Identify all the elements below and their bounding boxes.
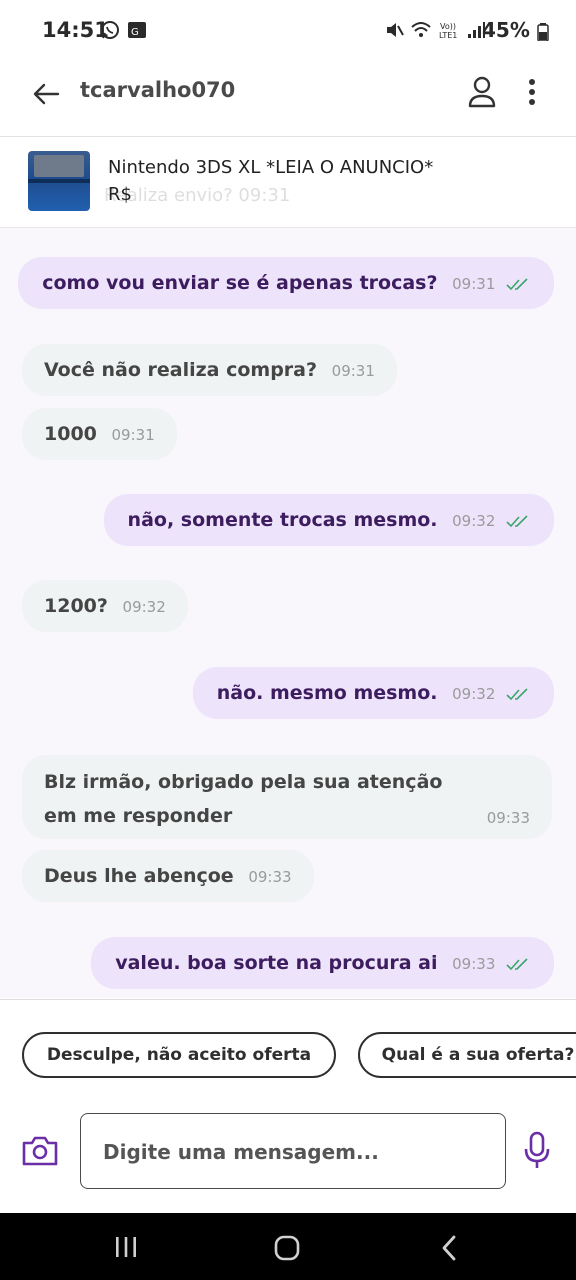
more-options-button[interactable] bbox=[518, 74, 546, 110]
battery-icon bbox=[537, 22, 549, 42]
system-navigation-bar bbox=[0, 1213, 576, 1280]
whatsapp-icon bbox=[101, 21, 119, 39]
message-bubble-outgoing[interactable]: valeu. boa sorte na procura ai 09:33 bbox=[91, 937, 554, 989]
message-input[interactable]: Digite uma mensagem... bbox=[80, 1113, 506, 1189]
contact-name[interactable]: tcarvalho070 bbox=[80, 78, 235, 102]
message-text: 1200? bbox=[44, 595, 108, 617]
read-ticks-icon bbox=[506, 514, 528, 527]
wifi-icon bbox=[411, 22, 431, 37]
microphone-button[interactable] bbox=[522, 1131, 552, 1171]
quick-reply-ask-offer[interactable]: Qual é a sua oferta? bbox=[358, 1032, 576, 1078]
product-summary[interactable]: Realiza envio? 09:31 Nintendo 3DS XL *LE… bbox=[0, 137, 576, 228]
back-arrow-icon bbox=[33, 83, 60, 105]
recents-icon[interactable] bbox=[112, 1235, 140, 1259]
message-text: Você não realiza compra? bbox=[44, 359, 318, 381]
message-time: 09:32 bbox=[452, 685, 496, 703]
battery-percent: 45% bbox=[482, 18, 530, 42]
message-time: 09:33 bbox=[248, 868, 292, 886]
message-text: como vou enviar se é apenas trocas? bbox=[42, 272, 438, 294]
message-bubble-incoming[interactable]: Blz irmão, obrigado pela sua atenção em … bbox=[22, 755, 552, 839]
message-bubble-incoming[interactable]: Você não realiza compra? 09:31 bbox=[22, 344, 397, 396]
camera-icon bbox=[22, 1136, 58, 1166]
status-time: 14:51 bbox=[42, 18, 109, 42]
message-text: valeu. boa sorte na procura ai bbox=[115, 952, 438, 974]
status-bar: 14:51 G Vo)) LTE1 45% bbox=[0, 0, 576, 60]
mute-icon bbox=[387, 23, 404, 37]
quick-replies: Desculpe, não aceito oferta Qual é a sua… bbox=[0, 999, 576, 1100]
profile-button[interactable] bbox=[464, 74, 500, 110]
message-time: 09:31 bbox=[452, 275, 496, 293]
message-text: Deus lhe abençoe bbox=[44, 865, 234, 887]
profile-icon bbox=[468, 76, 496, 108]
product-title: Nintendo 3DS XL *LEIA O ANUNCIO* bbox=[108, 157, 434, 178]
microphone-icon bbox=[524, 1131, 550, 1168]
message-bubble-outgoing[interactable]: não, somente trocas mesmo. 09:32 bbox=[103, 494, 554, 546]
svg-text:G: G bbox=[131, 27, 139, 38]
message-input-placeholder: Digite uma mensagem... bbox=[103, 1140, 379, 1164]
gallery-icon: G bbox=[128, 22, 146, 38]
back-icon[interactable] bbox=[438, 1235, 460, 1261]
message-bubble-outgoing[interactable]: como vou enviar se é apenas trocas? 09:3… bbox=[18, 257, 554, 309]
message-list[interactable]: como vou enviar se é apenas trocas? 09:3… bbox=[0, 228, 576, 998]
read-ticks-icon bbox=[506, 277, 528, 290]
product-price: R$ bbox=[108, 184, 132, 205]
message-text: Blz irmão, obrigado pela sua atenção em … bbox=[44, 771, 443, 827]
svg-text:LTE1: LTE1 bbox=[439, 31, 457, 40]
composer: Digite uma mensagem... bbox=[0, 1099, 576, 1213]
camera-button[interactable] bbox=[20, 1133, 60, 1169]
message-bubble-outgoing[interactable]: não. mesmo mesmo. 09:32 bbox=[192, 667, 554, 719]
message-time: 09:33 bbox=[486, 809, 530, 827]
svg-text:Vo)): Vo)) bbox=[440, 22, 456, 31]
quick-reply-decline-offer[interactable]: Desculpe, não aceito oferta bbox=[22, 1032, 336, 1078]
chat-header: tcarvalho070 bbox=[0, 60, 576, 137]
back-button[interactable] bbox=[28, 76, 64, 112]
message-time: 09:31 bbox=[331, 362, 375, 380]
message-bubble-incoming[interactable]: 1200? 09:32 bbox=[22, 580, 188, 632]
message-text: 1000 bbox=[44, 423, 97, 445]
battery-level: 45% bbox=[482, 18, 549, 42]
more-vert-icon bbox=[529, 79, 535, 105]
home-icon[interactable] bbox=[274, 1235, 300, 1261]
message-bubble-incoming[interactable]: 1000 09:31 bbox=[22, 408, 177, 460]
read-ticks-icon bbox=[506, 687, 528, 700]
message-bubble-incoming[interactable]: Deus lhe abençoe 09:33 bbox=[22, 850, 314, 902]
product-thumbnail[interactable] bbox=[28, 151, 90, 211]
volte-icon: Vo)) LTE1 bbox=[439, 22, 457, 40]
read-ticks-icon bbox=[506, 957, 528, 970]
message-time: 09:31 bbox=[111, 426, 155, 444]
message-text: não. mesmo mesmo. bbox=[216, 682, 438, 704]
message-time: 09:33 bbox=[452, 955, 496, 973]
message-text: não, somente trocas mesmo. bbox=[127, 509, 438, 531]
message-time: 09:32 bbox=[122, 598, 166, 616]
message-time: 09:32 bbox=[452, 512, 496, 530]
